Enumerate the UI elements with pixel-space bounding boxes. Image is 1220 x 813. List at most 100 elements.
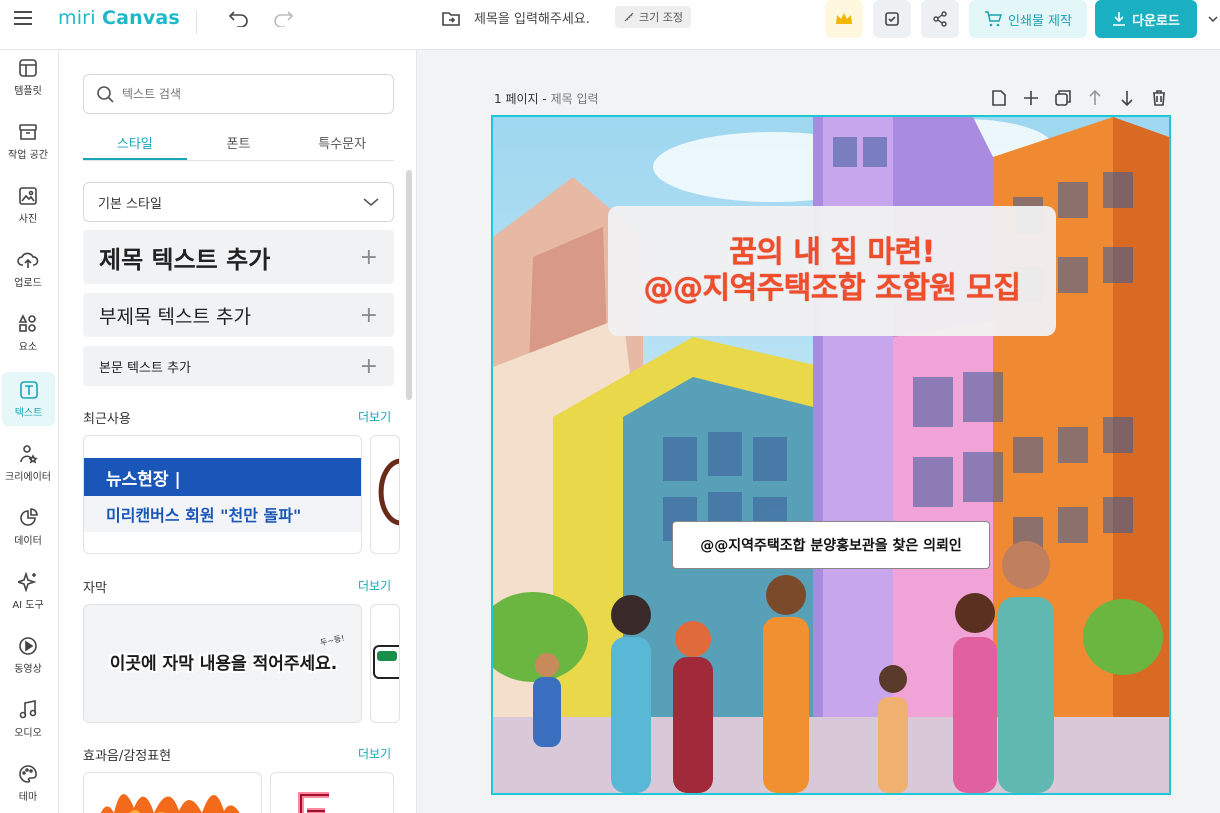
resize-button[interactable]: 크기 조정 xyxy=(615,6,691,28)
note-icon[interactable] xyxy=(987,88,1011,108)
premium-crown-button[interactable] xyxy=(825,0,863,38)
add-subtitle-label: 부제목 텍스트 추가 xyxy=(99,305,251,328)
rail-item-ai-tools[interactable]: AI 도구 xyxy=(0,564,56,618)
chevron-down-icon[interactable] xyxy=(1206,12,1220,26)
download-icon xyxy=(1113,12,1126,26)
rail-label: 데이터 xyxy=(14,535,42,547)
recent-news-style-card[interactable]: 뉴스현장 | 미리캔버스 회원 "천만 돌파" xyxy=(83,435,362,554)
tab-style[interactable]: 스타일 xyxy=(83,130,187,160)
folder-move-icon[interactable] xyxy=(441,8,461,28)
save-status-button[interactable] xyxy=(873,0,911,38)
panel-tabs: 스타일 폰트 특수문자 xyxy=(83,130,394,161)
page-title-input[interactable]: 제목 입력 xyxy=(551,92,599,106)
rail-item-template[interactable]: 템플릿 xyxy=(0,50,56,104)
move-up-icon[interactable] xyxy=(1083,88,1107,108)
rail-item-theme[interactable]: 테마 xyxy=(0,756,56,810)
more-link-recent[interactable]: 더보기 xyxy=(358,408,391,425)
page-header: 1 페이지 - 제목 입력 xyxy=(494,90,599,107)
top-bar: miri Canvas 제목을 입력해주세요. 크기 조정 인쇄물 제작 다운로… xyxy=(0,0,1220,50)
page-toolbar xyxy=(987,88,1171,108)
caption-sample-text: 이곳에 자막 내용을 적어주세요. xyxy=(109,654,338,674)
more-link-caption[interactable]: 더보기 xyxy=(358,577,391,594)
download-button[interactable]: 다운로드 xyxy=(1095,0,1197,38)
caption-style-card-2[interactable] xyxy=(370,604,400,723)
rail-item-upload[interactable]: 업로드 xyxy=(0,242,56,296)
caption-style-card[interactable]: 이곳에 자막 내용을 적어주세요. 두~둥! xyxy=(83,604,362,723)
sparkle-icon xyxy=(18,571,37,592)
side-rail: 템플릿 작업 공간 사진 업로드 요소 텍스트 크리에이터 데이터 AI 도구 … xyxy=(0,50,59,813)
partial-preview-icon xyxy=(378,458,399,526)
news-headline: 미리캔버스 회원 "천만 돌파" xyxy=(84,496,361,532)
design-title-input[interactable]: 제목을 입력해주세요. xyxy=(474,8,590,27)
print-order-button[interactable]: 인쇄물 제작 xyxy=(969,0,1087,38)
text-search-box[interactable] xyxy=(83,74,394,114)
search-icon xyxy=(97,86,114,103)
green-tag xyxy=(377,651,397,661)
add-body-text-button[interactable]: 본문 텍스트 추가 + xyxy=(83,346,394,386)
rail-label: AI 도구 xyxy=(12,599,44,611)
rail-label: 테마 xyxy=(18,791,38,803)
chart-icon xyxy=(20,507,38,526)
rail-item-text[interactable]: 텍스트 xyxy=(2,372,55,426)
rail-item-photo[interactable]: 사진 xyxy=(0,178,56,232)
share-icon xyxy=(933,11,947,27)
recent-style-card-2[interactable] xyxy=(370,435,400,554)
music-icon xyxy=(19,699,37,718)
caption-sample-tag: 두~둥! xyxy=(319,633,346,648)
elements-icon xyxy=(18,313,36,332)
section-title-caption: 자막 xyxy=(83,581,107,596)
trash-icon[interactable] xyxy=(1147,88,1171,108)
rail-item-elements[interactable]: 요소 xyxy=(0,306,56,360)
rail-label: 오디오 xyxy=(14,727,42,739)
chevron-down-icon xyxy=(363,198,379,206)
duplicate-icon[interactable] xyxy=(1051,88,1075,108)
headline-line-2: @@지역주택조합 조합원 모집 xyxy=(643,271,1022,306)
tab-font[interactable]: 폰트 xyxy=(187,130,291,160)
add-page-icon[interactable] xyxy=(1019,88,1043,108)
editor-workspace: 1 페이지 - 제목 입력 꿈의 내 집 마련! @@지역주택조합 조합원 모집… xyxy=(417,50,1220,813)
effect-fire-card[interactable] xyxy=(83,772,262,813)
fire-effect-icon xyxy=(100,794,240,813)
resize-label: 크기 조정 xyxy=(639,11,683,24)
add-title-label: 제목 텍스트 추가 xyxy=(99,245,271,274)
app-logo[interactable]: miri Canvas xyxy=(58,7,180,29)
tab-special-chars[interactable]: 특수문자 xyxy=(290,130,394,160)
headline-line-1: 꿈의 내 집 마련! xyxy=(729,235,935,270)
undo-icon[interactable] xyxy=(228,8,250,28)
hamburger-menu-icon[interactable] xyxy=(12,8,34,28)
print-label: 인쇄물 제작 xyxy=(1008,13,1072,29)
page-number: 1 페이지 xyxy=(494,92,539,106)
text-search-input[interactable] xyxy=(122,87,362,101)
design-canvas[interactable]: 꿈의 내 집 마련! @@지역주택조합 조합원 모집 @@지역주택조합 분양홍보… xyxy=(491,115,1171,795)
text-panel: 스타일 폰트 특수문자 기본 스타일 제목 텍스트 추가 + 부제목 텍스트 추… xyxy=(59,50,417,813)
rail-label: 동영상 xyxy=(14,663,42,675)
more-link-effects[interactable]: 더보기 xyxy=(358,745,391,762)
plus-icon: + xyxy=(359,353,378,379)
divider xyxy=(196,10,197,34)
rail-item-audio[interactable]: 오디오 xyxy=(0,692,56,746)
logo-text-light: miri xyxy=(58,7,96,29)
rail-item-video[interactable]: 동영상 xyxy=(0,628,56,682)
share-button[interactable] xyxy=(921,0,959,38)
add-subtitle-text-button[interactable]: 부제목 텍스트 추가 + xyxy=(83,293,394,337)
caption-text-box[interactable]: @@지역주택조합 분양홍보관을 찾은 의뢰인 xyxy=(672,521,990,569)
rail-item-workspace[interactable]: 작업 공간 xyxy=(0,114,56,168)
ruler-icon xyxy=(624,12,634,22)
rail-item-data[interactable]: 데이터 xyxy=(0,500,56,554)
headline-text-box[interactable]: 꿈의 내 집 마련! @@지역주택조합 조합원 모집 xyxy=(608,206,1056,336)
move-down-icon[interactable] xyxy=(1115,88,1139,108)
save-check-icon xyxy=(885,12,899,26)
rail-label: 업로드 xyxy=(14,277,42,289)
add-title-text-button[interactable]: 제목 텍스트 추가 + xyxy=(83,230,394,284)
redo-icon[interactable] xyxy=(272,8,294,28)
effect-neon-card[interactable] xyxy=(270,772,394,813)
section-title-recent: 최근사용 xyxy=(83,412,131,427)
style-select[interactable]: 기본 스타일 xyxy=(83,182,394,222)
plus-icon: + xyxy=(359,302,378,328)
logo-text-bold: Canvas xyxy=(101,7,180,29)
photo-icon xyxy=(19,186,37,205)
panel-scrollbar[interactable] xyxy=(406,170,412,400)
download-label: 다운로드 xyxy=(1132,13,1180,29)
rail-label: 템플릿 xyxy=(14,85,42,97)
rail-item-creator[interactable]: 크리에이터 xyxy=(0,436,56,490)
